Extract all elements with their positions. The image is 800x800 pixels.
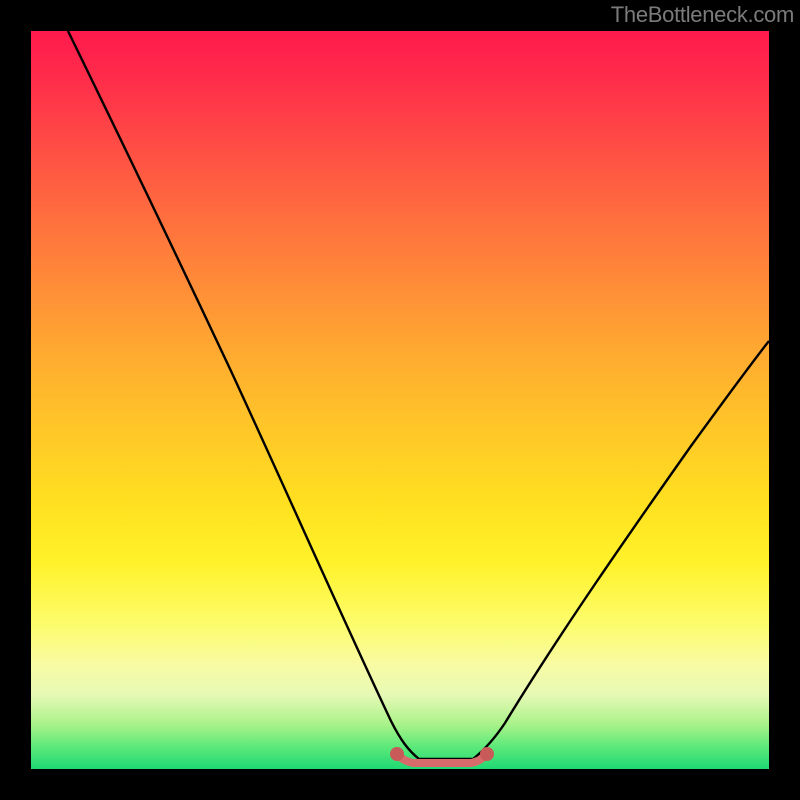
flat-segment-dot-left xyxy=(390,747,404,761)
chart-frame: TheBottleneck.com xyxy=(0,0,800,800)
curve-line xyxy=(68,31,769,759)
watermark-text: TheBottleneck.com xyxy=(611,2,794,28)
flat-segment-dot-right xyxy=(480,747,494,761)
chart-svg xyxy=(31,31,769,769)
plot-area xyxy=(31,31,769,769)
